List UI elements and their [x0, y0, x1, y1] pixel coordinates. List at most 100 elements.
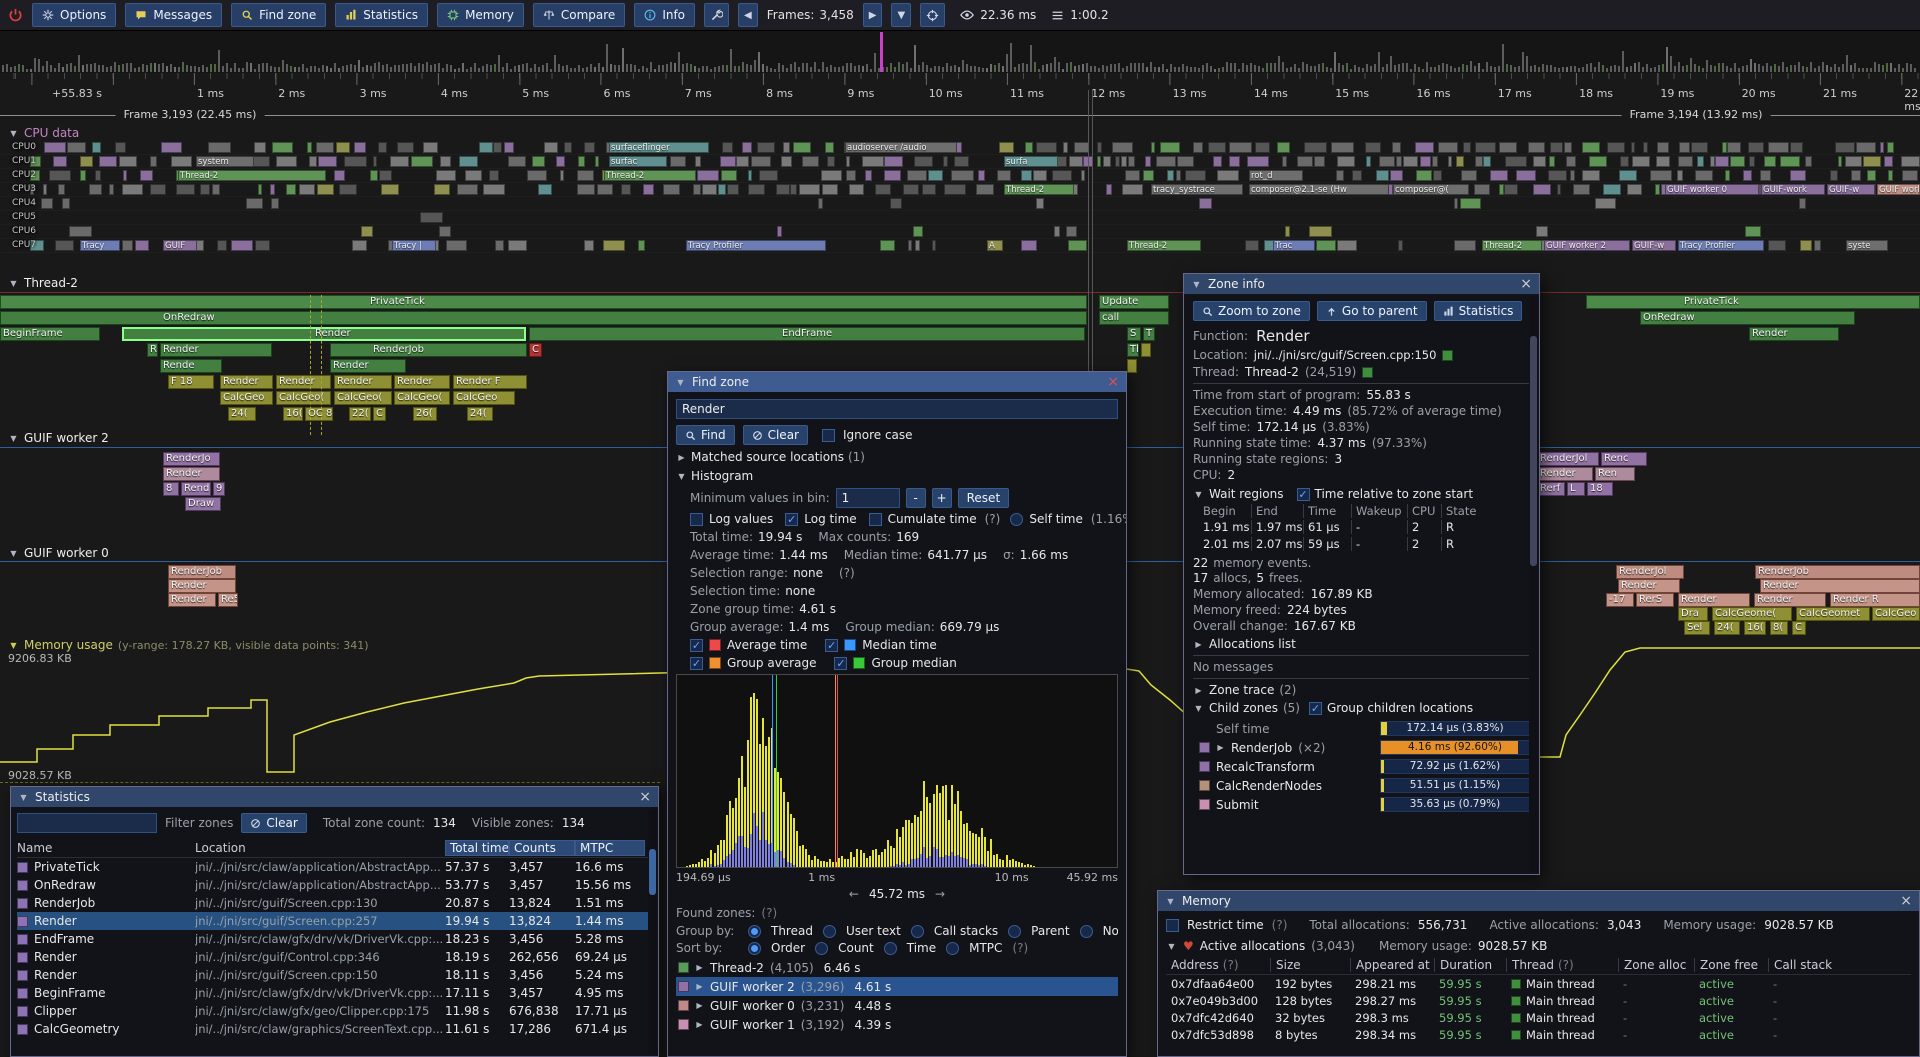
timeline-zone[interactable]: PrivateTick: [1586, 295, 1920, 309]
close-icon[interactable]: ×: [1520, 277, 1532, 291]
cpu-zone[interactable]: Tracy |: [392, 240, 436, 251]
legend-checkbox[interactable]: ✓: [834, 657, 847, 670]
min-bin-input[interactable]: [836, 488, 900, 508]
legend-checkbox[interactable]: ✓: [690, 639, 703, 652]
cpu-zone[interactable]: rot_d: [1249, 170, 1303, 181]
found-zone-group[interactable]: ▶GUIF worker 1(3,192)4.39 s: [676, 1015, 1118, 1034]
cpu-zone[interactable]: surfa: [1004, 156, 1058, 167]
timeline-zone[interactable]: 8: [163, 482, 179, 496]
timeline-zone[interactable]: Render: [1678, 593, 1750, 607]
memory-col-header[interactable]: Thread(?): [1506, 958, 1618, 972]
zone-info-window-titlebar[interactable]: ▼Zone info×: [1184, 274, 1539, 294]
child-zone-row[interactable]: CalcRenderNodes51.51 μs (1.15%): [1193, 776, 1530, 795]
timeline-zone[interactable]: L: [1567, 482, 1585, 496]
timeline-zone[interactable]: Dra: [1678, 607, 1708, 621]
find-zone-query-input[interactable]: [676, 399, 1118, 419]
cpu-zone[interactable]: GUIF-w: [1632, 240, 1676, 251]
timeline-zone[interactable]: Render: [1618, 579, 1680, 593]
zone-info-button-2[interactable]: Statistics: [1434, 301, 1523, 321]
timeline-zone[interactable]: 24(: [467, 407, 493, 421]
memory-table-row[interactable]: 0x7e049b3d00128 bytes298.27 ms59.95 sMai…: [1166, 992, 1911, 1009]
allocations-list-row[interactable]: ▶Allocations list: [1193, 637, 1530, 651]
relative-time-checkbox[interactable]: ✓: [1297, 488, 1310, 501]
timeline-zone[interactable]: 16(: [283, 407, 303, 421]
found-zone-group[interactable]: ▶Thread-2(4,105)6.46 s: [676, 958, 1118, 977]
reset-button[interactable]: Reset: [958, 488, 1010, 508]
memory-table-row[interactable]: 0x7dfc42d64032 bytes298.3 ms59.95 sMain …: [1166, 1009, 1911, 1026]
timeline-zone[interactable]: Render: [394, 375, 450, 389]
cpu-zone[interactable]: Tracy: [80, 240, 120, 251]
timeline-zone[interactable]: CalcGeo(: [394, 391, 450, 405]
statistics-scrollbar[interactable]: [648, 809, 657, 1054]
timeline-zone[interactable]: Rerf: [1537, 482, 1565, 496]
cpu-zone[interactable]: surfaceflinger: [609, 142, 709, 153]
cpu-zone[interactable]: GUIF: [163, 240, 197, 251]
timeline-zone[interactable]: PrivateTick: [0, 295, 1087, 309]
thread-header[interactable]: ▼GUIF worker 0: [8, 546, 109, 560]
child-zone-row[interactable]: ▶RenderJob(×2)4.16 ms (92.60%): [1193, 738, 1530, 757]
column-sort-3[interactable]: Counts: [509, 840, 575, 856]
cpu-zone[interactable]: GUIF-work: [1761, 184, 1825, 195]
cpu-zone[interactable]: composer@(: [1393, 184, 1469, 195]
option-checkbox-0[interactable]: [690, 513, 703, 526]
group-children-checkbox[interactable]: ✓: [1309, 702, 1322, 715]
timeline-zone[interactable]: BeginFrame: [0, 327, 100, 341]
timeline-zone[interactable]: RenderJol: [1537, 452, 1599, 466]
thread-header[interactable]: ▼Thread-2: [8, 276, 78, 290]
cpu-zone[interactable]: Thread-2: [1004, 184, 1074, 195]
memory-col-header[interactable]: Zone alloc: [1618, 958, 1694, 972]
timeline-zone[interactable]: RenderJob: [330, 343, 527, 357]
close-icon[interactable]: ×: [639, 790, 651, 804]
timeline-zone[interactable]: C: [529, 343, 542, 357]
timeline-zone[interactable]: Render F: [453, 375, 527, 389]
memory-col-header[interactable]: Duration: [1434, 958, 1506, 972]
timeline-zone[interactable]: OnRedraw: [0, 311, 1087, 325]
cpu-zone[interactable]: GUIF worker 2: [1544, 240, 1630, 251]
timeline-zone[interactable]: Render: [168, 593, 216, 607]
column-header-1[interactable]: Location: [195, 841, 445, 855]
legend-checkbox[interactable]: ✓: [690, 657, 703, 670]
timeline-zone[interactable]: RenderJob: [168, 565, 236, 579]
child-zone-row[interactable]: RecalcTransform72.92 μs (1.62%): [1193, 757, 1530, 776]
statistics-row[interactable]: Renderjni/../jni/src/guif/Screen.cpp:257…: [17, 912, 652, 930]
memory-table-row[interactable]: 0x7dfc53d8988 bytes298.34 ms59.95 sMain …: [1166, 1026, 1911, 1043]
found-zone-group[interactable]: ▶GUIF worker 0(3,231)4.48 s: [676, 996, 1118, 1015]
column-header-0[interactable]: Name: [17, 841, 195, 855]
statistics-row[interactable]: Clipperjni/../jni/src/claw/gfx/geo/Clipp…: [17, 1002, 652, 1020]
timeline-zone[interactable]: Render: [220, 375, 273, 389]
memory-window-titlebar[interactable]: ▼Memory×: [1158, 891, 1919, 911]
timeline-zone[interactable]: R: [147, 343, 158, 357]
timeline-zone[interactable]: Render: [334, 375, 392, 389]
filter-zones-input[interactable]: [17, 813, 157, 833]
column-sort-4[interactable]: MTPC: [575, 840, 645, 856]
memory-col-header[interactable]: Appeared at: [1350, 958, 1434, 972]
sort-by-option-radio[interactable]: [884, 942, 897, 955]
statistics-row[interactable]: BeginFramejni/../jni/src/claw/gfx/drv/vk…: [17, 984, 652, 1002]
timeline-zone[interactable]: 22(: [349, 407, 371, 421]
child-zone-row[interactable]: Self time172.14 μs (3.83%): [1193, 719, 1530, 738]
legend-checkbox[interactable]: ✓: [825, 639, 838, 652]
zone-info-button-1[interactable]: Go to parent: [1317, 301, 1427, 321]
memory-col-header[interactable]: Size: [1270, 958, 1350, 972]
min-bin-minus-button[interactable]: -: [906, 488, 926, 508]
scrollbar-thumb[interactable]: [1530, 336, 1537, 566]
timeline-zone[interactable]: Draw: [185, 497, 221, 511]
timeline-zone[interactable]: RenderJo: [163, 452, 220, 466]
timeline-zone[interactable]: -17: [1606, 593, 1634, 607]
cpu-zone[interactable]: Thread-2: [1127, 240, 1201, 251]
timeline-zone[interactable]: [1141, 343, 1151, 357]
timeline-zone[interactable]: CalcGeo(: [334, 391, 392, 405]
group-by-option-radio[interactable]: [911, 925, 924, 938]
sort-by-option-radio[interactable]: [748, 942, 761, 955]
timeline-zone[interactable]: Renc: [1601, 452, 1647, 466]
timeline-zone[interactable]: 26(: [413, 407, 437, 421]
timeline-zone[interactable]: RenderJob: [1755, 565, 1920, 579]
timeline-zone[interactable]: EndFrame: [529, 327, 1085, 341]
statistics-row[interactable]: OnRedrawjni/../jni/src/claw/application/…: [17, 876, 652, 894]
sort-by-option-radio[interactable]: [815, 942, 828, 955]
timeline-zone[interactable]: C: [373, 407, 386, 421]
timeline-zone[interactable]: T: [1143, 327, 1155, 341]
timeline-zone[interactable]: call: [1099, 311, 1169, 325]
find-zone-window-titlebar[interactable]: ▼Find zone×: [668, 372, 1126, 392]
cpu-zone[interactable]: Trac: [1273, 240, 1315, 251]
